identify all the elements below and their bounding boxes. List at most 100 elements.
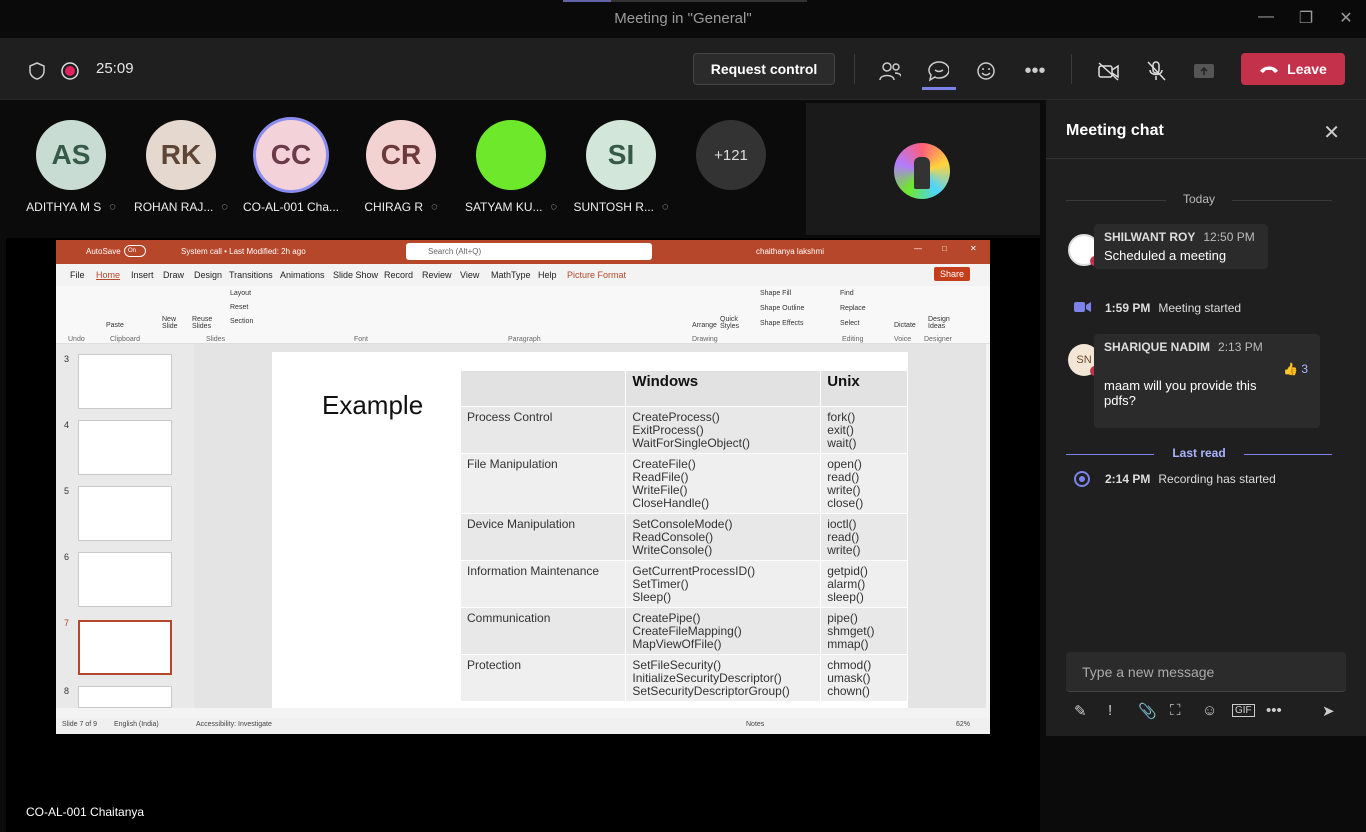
reuse-slides-button[interactable]: Reuse Slides (192, 316, 216, 330)
chat-message[interactable]: SHARIQUE NADIM 2:13 PM 👍 3 maam will you … (1094, 334, 1320, 428)
slide-thumbnails: 3 4 5 6 7 8 (56, 344, 194, 708)
muted-icon: ◌ (550, 201, 558, 213)
profile-picture (894, 143, 950, 199)
menu-design[interactable]: Design (194, 270, 222, 280)
ppt-share-button[interactable]: Share (934, 267, 971, 281)
more-options-icon[interactable]: ••• (1266, 702, 1282, 719)
chat-message[interactable]: SHILWANT ROY 12:50 PM Scheduled a meeting (1094, 224, 1268, 269)
loop-icon[interactable]: ⛶ (1170, 702, 1181, 719)
participant-tile[interactable]: RK ROHAN RAJ... ◌ (128, 120, 234, 214)
participant-name: CHIRAG R (364, 200, 424, 214)
slide-thumbnail[interactable] (78, 354, 172, 409)
close-window-icon[interactable]: ✕ (1334, 8, 1358, 28)
slide-counter: Slide 7 of 9 (62, 721, 98, 728)
dictate-button[interactable]: Dictate (894, 322, 916, 329)
slide-thumbnail[interactable] (78, 686, 172, 708)
shield-icon[interactable] (26, 60, 48, 82)
menu-slideshow[interactable]: Slide Show (333, 270, 378, 280)
restore-icon[interactable]: ❐ (1294, 8, 1318, 28)
emoji-icon[interactable]: ☺ (1202, 702, 1217, 719)
minimize-icon[interactable]: — (1254, 8, 1278, 26)
arrange-button[interactable]: Arrange (692, 322, 717, 329)
shape-outline-button[interactable]: Shape Outline (760, 305, 804, 312)
ribbon-group-label: Editing (842, 336, 864, 343)
menu-transitions[interactable]: Transitions (229, 270, 273, 280)
table-cell: CreateFile() ReadFile() WriteFile() Clos… (625, 453, 822, 514)
send-icon[interactable]: ➤ (1322, 702, 1335, 720)
table-cell: Device Manipulation (459, 513, 627, 561)
table-cell: Information Maintenance (459, 560, 627, 608)
more-participants-button[interactable]: +121 (678, 120, 784, 190)
table-cell: SetConsoleMode() ReadConsole() WriteCons… (625, 513, 822, 561)
shape-effects-button[interactable]: Shape Effects (760, 320, 803, 327)
message-time: 2:13 PM (1218, 340, 1263, 354)
compose-toolbar: ✎ ! 📎 ⛶ ☺ GIF ••• ➤ (1066, 700, 1356, 724)
zoom-level[interactable]: 62% (956, 721, 970, 728)
autosave-toggle[interactable]: On (124, 245, 146, 257)
table-cell: CreateProcess() ExitProcess() WaitForSin… (625, 406, 822, 454)
menu-insert[interactable]: Insert (131, 270, 154, 280)
menu-animations[interactable]: Animations (280, 270, 325, 280)
reset-button[interactable]: Reset (230, 304, 248, 311)
chat-input[interactable]: Type a new message (1066, 652, 1346, 692)
minimize-icon[interactable]: — (914, 244, 922, 253)
new-slide-button[interactable]: New Slide (162, 316, 186, 330)
participant-tile[interactable]: SATYAM KU... ◌ (458, 120, 564, 214)
share-screen-icon[interactable] (1193, 60, 1215, 82)
select-button[interactable]: Select (840, 320, 859, 327)
mic-off-icon[interactable] (1145, 60, 1167, 82)
table-cell: Protection (459, 654, 627, 702)
slide-thumbnail-selected[interactable] (78, 620, 172, 675)
ppt-search-box[interactable]: Search (Alt+Q) (406, 243, 652, 260)
leave-button[interactable]: Leave (1241, 53, 1345, 85)
attach-icon[interactable]: 📎 (1138, 702, 1157, 720)
table-cell: Communication (459, 607, 627, 655)
menu-view[interactable]: View (460, 270, 479, 280)
menu-review[interactable]: Review (422, 270, 452, 280)
reaction[interactable]: 👍 3 (1283, 362, 1308, 376)
close-icon[interactable]: ✕ (970, 244, 977, 253)
event-time: 2:14 PM (1105, 472, 1151, 486)
menu-record[interactable]: Record (384, 270, 413, 280)
replace-button[interactable]: Replace (840, 305, 866, 312)
ribbon-group-label: Drawing (692, 336, 718, 343)
participant-tile[interactable]: CR CHIRAG R ◌ (348, 120, 454, 214)
camera-off-icon[interactable] (1097, 60, 1119, 82)
people-icon[interactable] (879, 60, 901, 82)
menu-draw[interactable]: Draw (163, 270, 184, 280)
more-options-icon[interactable]: ••• (1024, 60, 1046, 82)
section-button[interactable]: Section (230, 318, 253, 325)
menu-mathtype[interactable]: MathType (491, 270, 531, 280)
participant-tile[interactable]: SI SUNTOSH R... ◌ (568, 120, 674, 214)
quick-styles-button[interactable]: Quick Styles (720, 316, 746, 330)
avatar: AS (36, 120, 106, 190)
menu-help[interactable]: Help (538, 270, 557, 280)
paste-button[interactable]: Paste (106, 322, 124, 329)
participant-tile[interactable]: CC CO-AL-001 Cha... (238, 120, 344, 214)
accessibility-status[interactable]: Accessibility: Investigate (196, 721, 272, 728)
event-text: Meeting started (1158, 301, 1242, 315)
format-icon[interactable]: ✎ (1074, 702, 1087, 720)
slide-thumbnail[interactable] (78, 486, 172, 541)
participant-tile[interactable]: AS ADITHYA M S ◌ (18, 120, 124, 214)
divider (1046, 158, 1366, 159)
reactions-icon[interactable] (976, 60, 998, 82)
notes-button[interactable]: Notes (746, 721, 764, 728)
restore-icon[interactable]: □ (942, 244, 947, 253)
priority-icon[interactable]: ! (1108, 702, 1112, 719)
design-ideas-button[interactable]: Design Ideas (928, 316, 952, 330)
menu-picture-format[interactable]: Picture Format (567, 270, 626, 280)
gif-icon[interactable]: GIF (1232, 704, 1255, 717)
menu-file[interactable]: File (70, 270, 85, 280)
close-icon[interactable]: ✕ (1323, 120, 1340, 145)
self-video-tile (806, 103, 1040, 235)
slide-thumbnail[interactable] (78, 420, 172, 475)
slide-thumbnail[interactable] (78, 552, 172, 607)
shape-fill-button[interactable]: Shape Fill (760, 290, 791, 297)
menu-home[interactable]: Home (96, 270, 120, 280)
request-control-button[interactable]: Request control (693, 53, 835, 85)
find-button[interactable]: Find (840, 290, 854, 297)
presenter-name: CO-AL-001 Chaitanya (20, 803, 151, 821)
layout-button[interactable]: Layout (230, 290, 251, 297)
chat-icon[interactable] (927, 60, 949, 82)
